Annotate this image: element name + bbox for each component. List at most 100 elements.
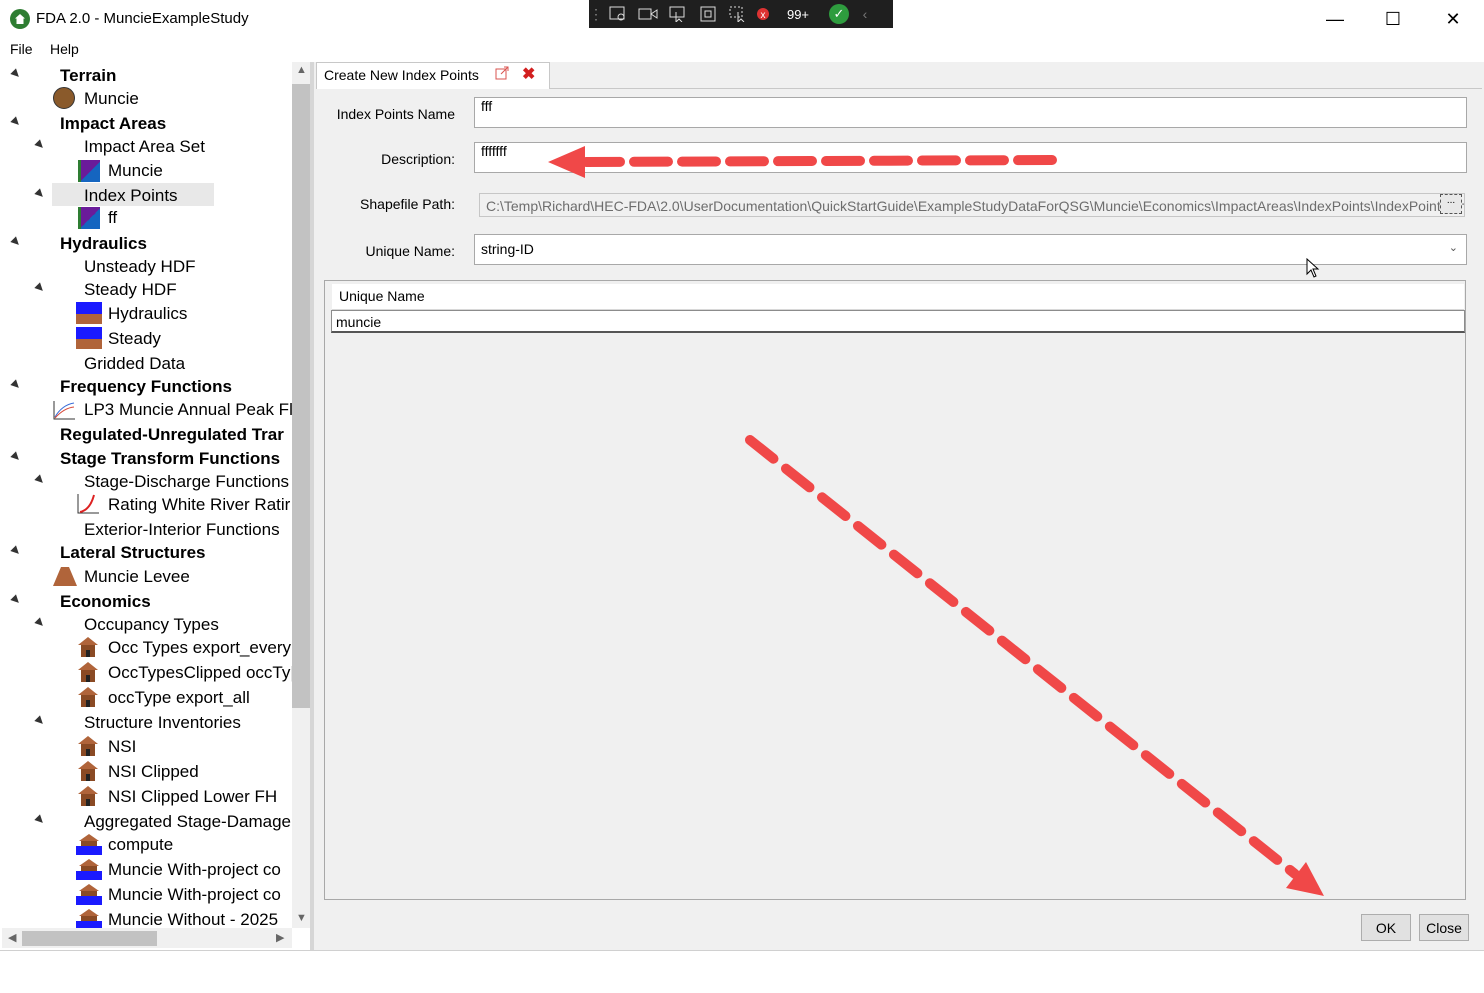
shapefile-path-label: Shapefile Path: <box>360 196 455 212</box>
tree-item-terrain-muncie[interactable]: Muncie <box>84 89 139 109</box>
unique-name-grid <box>324 280 1466 900</box>
tree-item-lateral-structures[interactable]: Lateral Structures <box>60 543 206 563</box>
tree-item-gridded-data[interactable]: Gridded Data <box>84 354 185 374</box>
tree-item-occ2[interactable]: OccTypesClipped occTy| <box>108 663 295 683</box>
scroll-left-icon[interactable]: ◀ <box>8 931 16 944</box>
hydraulics-icon <box>76 327 102 349</box>
index-points-name-value: fff <box>481 98 493 114</box>
binding-failure-count: 99+ <box>786 6 810 22</box>
close-button[interactable]: Close <box>1419 914 1469 941</box>
visual-tree-icon[interactable] <box>603 2 633 26</box>
description-label: Description: <box>381 151 455 167</box>
tree-item-compute[interactable]: compute <box>108 835 173 855</box>
grip-icon: ⋮ <box>589 5 603 22</box>
tree-item-stage-discharge[interactable]: Stage-Discharge Functions <box>84 472 289 492</box>
tree-item-muncie-without[interactable]: Muncie Without - 2025 <box>108 910 278 930</box>
tree-item-hydraulics[interactable]: Hydraulics <box>60 234 147 254</box>
stage-damage-icon <box>76 883 102 905</box>
tab-close-icon[interactable]: ✖ <box>522 64 535 84</box>
grid-column-unique-name[interactable]: Unique Name <box>339 288 425 304</box>
shapefile-path-value: C:\Temp\Richard\HEC-FDA\2.0\UserDocument… <box>486 198 1465 214</box>
tree-item-muncie-levee[interactable]: Muncie Levee <box>84 567 190 587</box>
structure-inventory-icon <box>76 760 98 782</box>
tree-horizontal-scroll-thumb[interactable] <box>22 931 157 946</box>
tree-item-occ1[interactable]: Occ Types export_every <box>108 638 291 658</box>
tree-item-impact-muncie[interactable]: Muncie <box>108 161 163 181</box>
tree-item-frequency-functions[interactable]: Frequency Functions <box>60 377 232 397</box>
tree-item-hydraulics-child[interactable]: Hydraulics <box>108 304 187 324</box>
layout-adorner-icon[interactable] <box>693 2 723 26</box>
tree-item-muncie-with-1[interactable]: Muncie With-project co <box>108 860 281 880</box>
table-row[interactable] <box>331 310 1465 333</box>
levee-icon <box>52 565 77 587</box>
stage-damage-icon <box>76 858 102 880</box>
hot-reload-status-icon: ✓ <box>829 4 849 24</box>
tree-item-structure-inventories[interactable]: Structure Inventories <box>84 713 241 733</box>
tree-item-rating[interactable]: Rating White River Ratir <box>108 495 290 515</box>
menu-help[interactable]: Help <box>50 41 79 57</box>
select-element-icon[interactable] <box>663 2 693 26</box>
tree-item-impact-area-set[interactable]: Impact Area Set <box>84 137 205 157</box>
tree-item-index-points[interactable]: Index Points <box>84 186 178 206</box>
shapefile-path-input[interactable]: C:\Temp\Richard\HEC-FDA\2.0\UserDocument… <box>479 193 1465 217</box>
tree-item-terrain[interactable]: Terrain <box>60 66 116 86</box>
tree-item-aggregated[interactable]: Aggregated Stage-Damage <box>84 812 291 832</box>
tree-item-occupancy-types[interactable]: Occupancy Types <box>84 615 219 635</box>
maximize-button[interactable]: ☐ <box>1364 0 1422 38</box>
terrain-icon <box>53 87 75 109</box>
tree-item-impact-areas[interactable]: Impact Areas <box>60 114 166 134</box>
scroll-down-icon[interactable]: ▼ <box>296 912 307 924</box>
tree-item-occ3[interactable]: occType export_all <box>108 688 250 708</box>
tree-item-nsi[interactable]: NSI <box>108 737 136 757</box>
tree-item-stage-transform[interactable]: Stage Transform Functions <box>60 449 280 469</box>
tree-item-regulated[interactable]: Regulated-Unregulated Trar <box>60 425 284 445</box>
tree-item-unsteady-hdf[interactable]: Unsteady HDF <box>84 257 195 277</box>
window-title: FDA 2.0 - MuncieExampleStudy <box>36 10 249 27</box>
binding-failures-icon[interactable]: x <box>753 2 773 26</box>
hydraulics-icon <box>76 302 102 324</box>
tree-item-index-ff[interactable]: ff <box>108 208 117 228</box>
tree-item-nsi-clipped[interactable]: NSI Clipped <box>108 762 199 782</box>
occupancy-type-icon <box>76 686 98 708</box>
unique-name-selected: string-ID <box>481 241 534 257</box>
structure-inventory-icon <box>76 735 98 757</box>
tree-item-economics[interactable]: Economics <box>60 592 151 612</box>
ok-button[interactable]: OK <box>1361 914 1411 941</box>
tree-item-steady-hdf[interactable]: Steady HDF <box>84 280 177 300</box>
tree-item-exterior-interior[interactable]: Exterior-Interior Functions <box>84 520 280 540</box>
index-points-name-label: Index Points Name <box>336 106 455 122</box>
tree-item-nsi-clipped-lower[interactable]: NSI Clipped Lower FH <box>108 787 277 807</box>
tree-item-steady[interactable]: Steady <box>108 329 161 349</box>
grid-header <box>332 284 1464 310</box>
occupancy-type-icon <box>76 636 98 658</box>
grid-cell-unique-name[interactable]: muncie <box>336 314 381 330</box>
occupancy-type-icon <box>76 661 98 683</box>
video-camera-icon[interactable] <box>633 2 663 26</box>
tree-item-muncie-with-2[interactable]: Muncie With-project co <box>108 885 281 905</box>
popout-icon[interactable] <box>495 66 509 83</box>
stage-damage-icon <box>76 908 102 930</box>
tab-label: Create New Index Points <box>324 67 479 83</box>
unique-name-label: Unique Name: <box>365 243 456 259</box>
debug-toolbar: ⋮ x 99+ ✓ ‹ <box>589 0 893 28</box>
minimize-button[interactable]: — <box>1306 0 1364 38</box>
track-focus-icon[interactable] <box>723 2 753 26</box>
rating-curve-icon <box>76 493 99 515</box>
close-window-button[interactable]: ✕ <box>1424 0 1482 38</box>
description-value: fffffff <box>481 143 507 159</box>
scroll-up-icon[interactable]: ▲ <box>296 64 307 76</box>
collapse-toolbar-icon[interactable]: ‹ <box>855 2 875 26</box>
frequency-curve-icon <box>52 399 75 421</box>
scroll-right-icon[interactable]: ▶ <box>276 931 284 944</box>
menu-file[interactable]: File <box>10 41 33 57</box>
svg-text:x: x <box>761 10 766 21</box>
tree-item-lp3[interactable]: LP3 Muncie Annual Peak Fl <box>84 400 293 420</box>
index-points-name-input[interactable]: fff <box>474 97 1467 128</box>
description-input[interactable]: fffffff <box>474 142 1467 173</box>
tree-vertical-scroll-thumb[interactable] <box>292 84 310 708</box>
browse-button[interactable]: ... <box>1440 194 1462 214</box>
impact-area-icon <box>78 160 100 182</box>
status-bar <box>0 950 1484 993</box>
app-home-icon <box>10 9 30 29</box>
index-points-icon <box>78 207 100 229</box>
